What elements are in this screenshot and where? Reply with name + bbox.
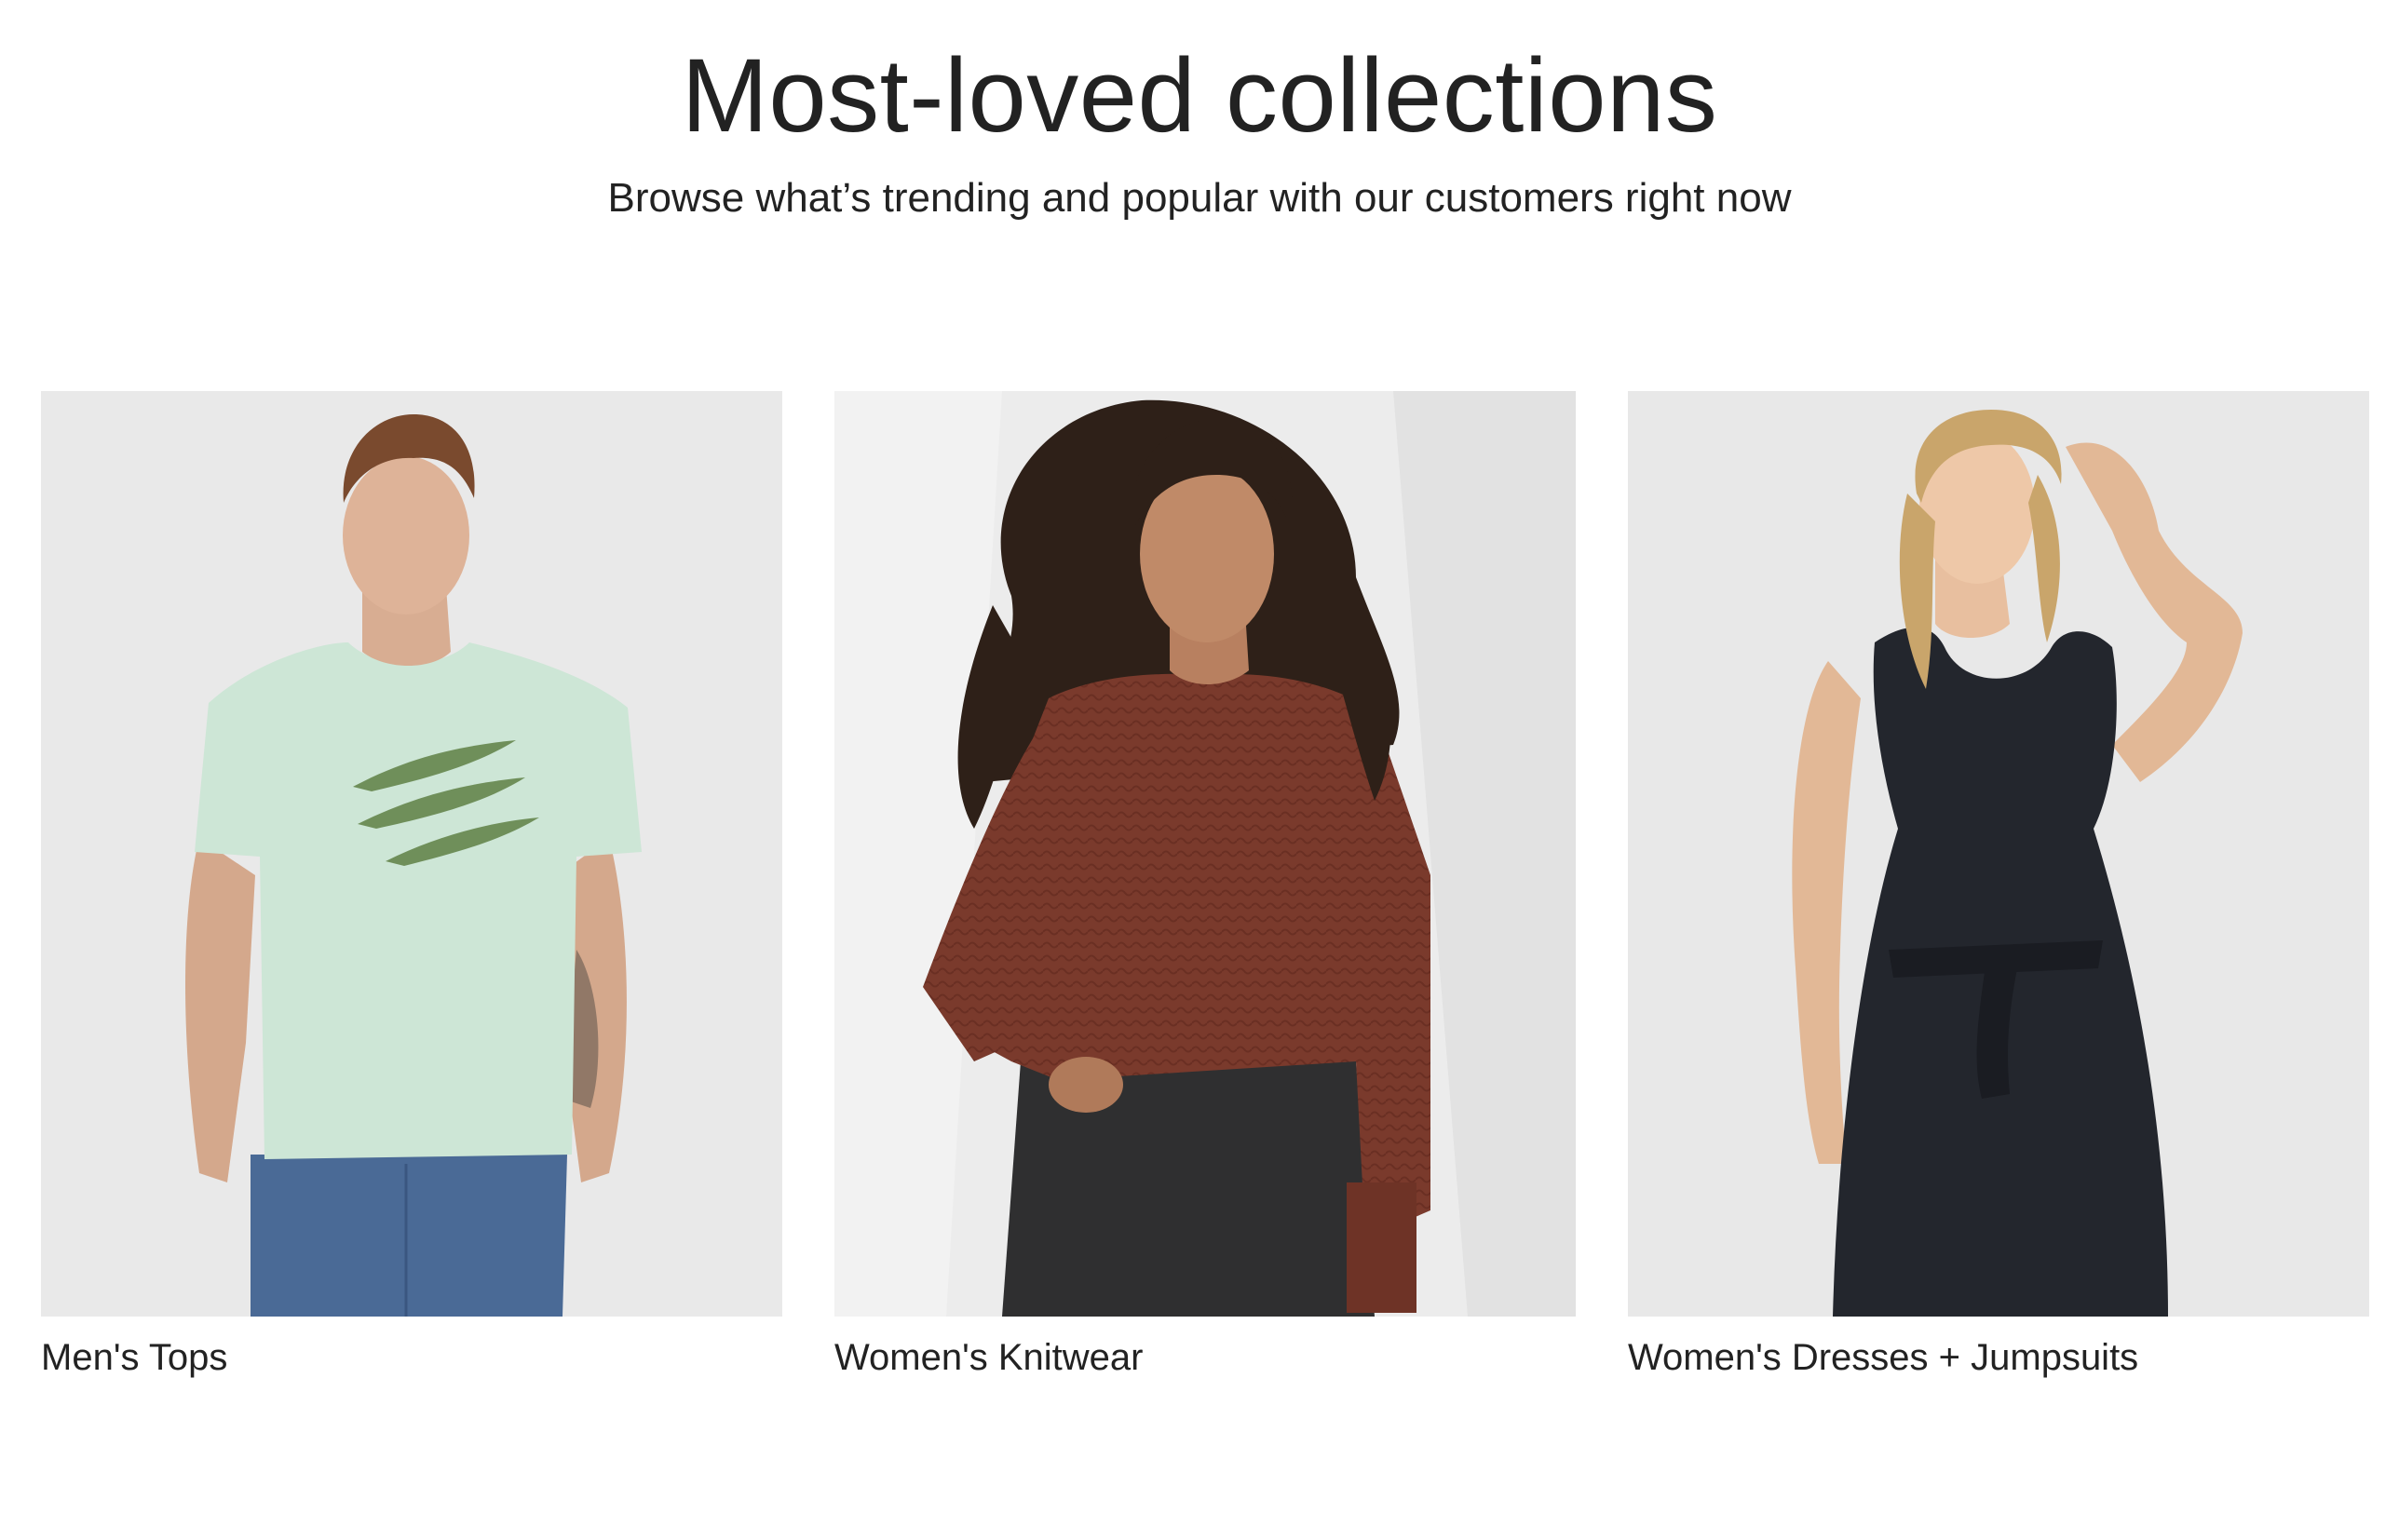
section-title: Most-loved collections — [681, 37, 1718, 154]
section-subtitle: Browse what’s trending and popular with … — [607, 175, 1792, 221]
collection-card-womens-dresses-jumpsuits[interactable]: Women's Dresses + Jumpsuits — [1628, 391, 2369, 1406]
womens-knitwear-photo — [834, 391, 1576, 1317]
womens-dresses-photo — [1628, 391, 2369, 1317]
mens-tops-photo — [41, 391, 782, 1317]
collection-label-womens-dresses-jumpsuits[interactable]: Women's Dresses + Jumpsuits — [1628, 1331, 2138, 1384]
collection-card-mens-tops[interactable]: Men's Tops — [41, 391, 782, 1406]
collection-label-mens-tops[interactable]: Men's Tops — [41, 1331, 227, 1384]
collection-label-womens-knitwear[interactable]: Women's Knitwear — [834, 1331, 1143, 1384]
collection-image-womens-knitwear[interactable] — [834, 391, 1576, 1317]
collection-card-womens-knitwear[interactable]: Women's Knitwear — [834, 391, 1576, 1406]
collection-image-mens-tops[interactable] — [41, 391, 782, 1317]
collection-image-womens-dresses-jumpsuits[interactable] — [1628, 391, 2369, 1317]
collections-grid: Men's Tops Women's Knitwear Women's Dres… — [41, 391, 2369, 1406]
